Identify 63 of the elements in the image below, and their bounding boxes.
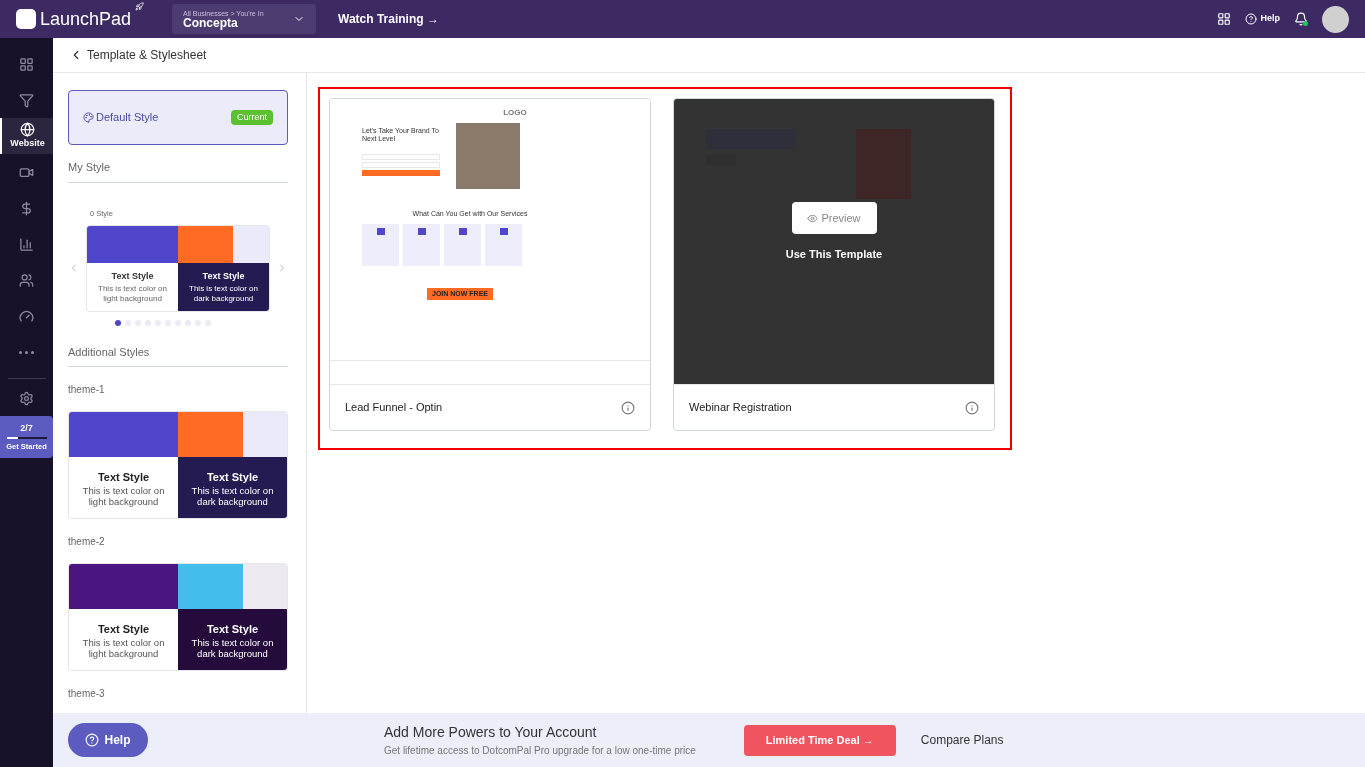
style-card[interactable]: Text Style This is text color on light background Text Style This is text color on dark background [86, 224, 270, 312]
color-swatch [243, 412, 287, 458]
current-badge: Current [231, 109, 273, 126]
theme-name: theme-2 [68, 535, 106, 550]
theme-name: theme-3 [68, 687, 106, 702]
people-icon [19, 272, 34, 288]
color-swatch [178, 412, 244, 458]
globe-icon [20, 121, 35, 137]
style-description: This is text color on dark background [190, 485, 275, 507]
style-card[interactable]: Text Style This is text color on light background Text Style This is text color on dark background [68, 411, 288, 520]
nav-item[interactable]: Website [0, 118, 53, 154]
help-icon [1245, 13, 1258, 25]
upgrade-title: Add More Powers to Your Account [384, 723, 598, 742]
gauge-icon [19, 308, 34, 324]
notification-bell-icon[interactable] [1294, 12, 1308, 26]
photo-placeholder [456, 123, 520, 189]
watch-training-link[interactable]: Watch Training → [338, 10, 439, 28]
apps-grid-icon[interactable] [1217, 12, 1232, 26]
style-description: This is text color on dark background [188, 283, 259, 304]
template-card[interactable]: Preview Use This Template Webinar Registration [673, 98, 995, 431]
style-title: Text Style [111, 270, 154, 283]
section-heading: My Style [68, 159, 288, 183]
eye-icon [807, 212, 819, 224]
info-icon[interactable] [621, 400, 635, 415]
style-title: Text Style [206, 469, 259, 485]
color-swatch [178, 225, 233, 263]
rocket-icon [135, 1, 145, 11]
style-title: Text Style [202, 270, 245, 283]
use-template-button[interactable]: Use This Template [785, 246, 883, 263]
template-name: Lead Funnel - Optin [345, 400, 443, 416]
section-heading: Additional Styles [68, 343, 288, 368]
preview-logo: LOGO [503, 107, 527, 119]
template-name: Webinar Registration [689, 400, 792, 416]
style-card[interactable]: Text Style This is text color on light background Text Style This is text color on dark background [68, 563, 288, 672]
style-title: Text Style [97, 621, 150, 637]
style-title: Text Style [97, 469, 150, 485]
palette-icon [83, 112, 94, 123]
style-title: Text Style [206, 621, 259, 637]
bar-chart-icon [19, 236, 34, 252]
color-swatch [178, 564, 244, 610]
help-icon [85, 733, 100, 747]
dollar-icon [19, 200, 34, 216]
preview-button[interactable]: Preview [791, 202, 877, 235]
avatar[interactable] [1322, 5, 1349, 33]
style-description: This is text color on light background [97, 283, 168, 304]
theme-name: theme-1 [68, 383, 106, 398]
default-style-card[interactable]: Default Style Current [68, 90, 288, 145]
grid-icon [19, 56, 34, 72]
info-icon[interactable] [965, 400, 979, 415]
style-description: This is text color on dark background [190, 637, 275, 659]
brand-name: LaunchPad [40, 7, 132, 31]
upgrade-subtitle: Get lifetime access to DotcomPal Pro upgrade for a low one-time price [384, 744, 696, 758]
help-button[interactable]: Help [68, 723, 148, 757]
style-description: This is text color on light background [81, 485, 166, 507]
style-description: This is text color on light background [81, 637, 166, 659]
compare-plans-link[interactable]: Compare Plans [920, 731, 1004, 749]
settings-icon[interactable] [19, 391, 34, 406]
funnel-icon [19, 92, 34, 108]
color-swatch [243, 564, 287, 610]
help-button[interactable]: Help [1245, 12, 1280, 26]
back-button[interactable]: Template & Stylesheet [69, 46, 207, 64]
color-swatch [232, 225, 269, 263]
more-icon [19, 350, 34, 354]
